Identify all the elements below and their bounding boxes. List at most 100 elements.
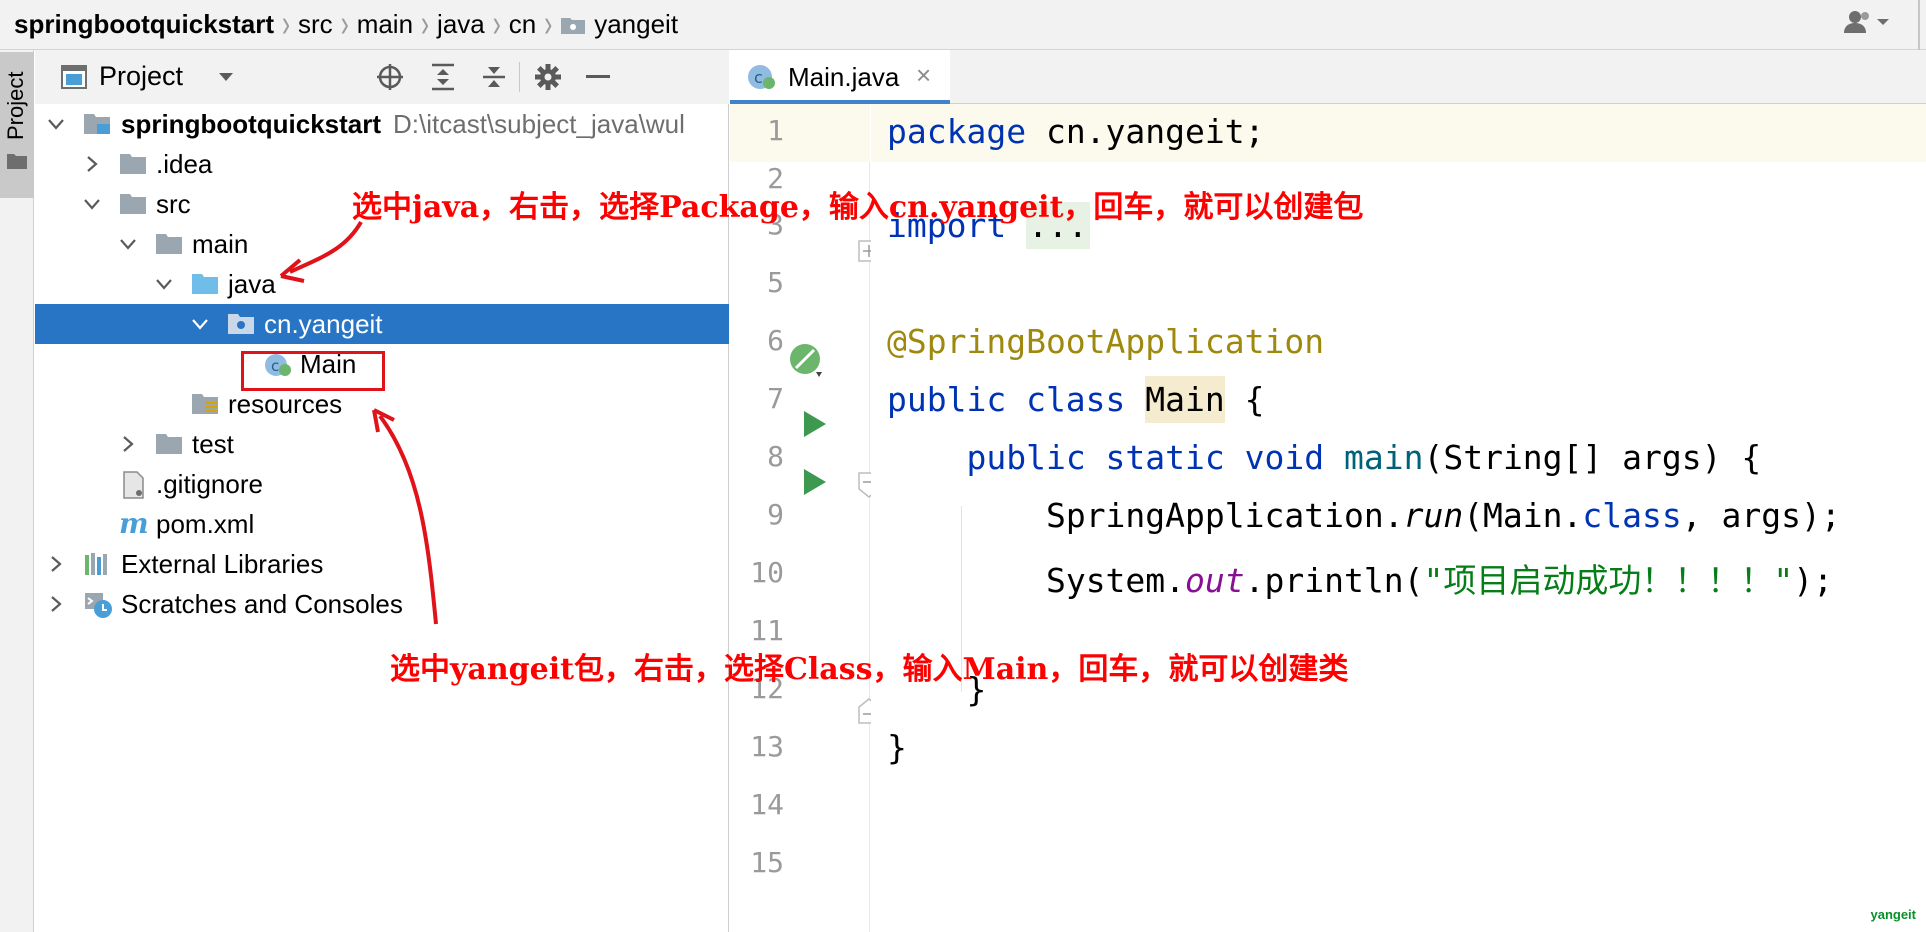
tree-node-pom[interactable]: m pom.xml xyxy=(35,504,729,544)
project-panel-header: Project xyxy=(35,50,729,104)
breadcrumb-item-yangeit[interactable]: yangeit xyxy=(560,0,678,49)
line-number: 7 xyxy=(767,382,784,415)
chevron-right-icon[interactable] xyxy=(47,555,65,573)
chevron-right-icon[interactable] xyxy=(47,595,65,613)
chevron-down-icon xyxy=(1877,19,1889,25)
tree-node-idea[interactable]: .idea xyxy=(35,144,729,184)
chevron-right-icon[interactable] xyxy=(83,155,101,173)
tree-node-label: External Libraries xyxy=(121,549,324,579)
tool-tab-project[interactable]: Project xyxy=(0,52,34,198)
chevron-down-icon[interactable] xyxy=(218,72,234,82)
gear-icon xyxy=(535,64,561,90)
tree-node-label: cn.yangeit xyxy=(264,309,383,339)
scratches-icon xyxy=(85,593,112,618)
code-token: .println( xyxy=(1244,561,1424,600)
chevron-down-icon[interactable] xyxy=(47,115,65,133)
annotation-create-class: 选中yangeit包，右击，选择Class，输入Main，回车，就可以创建类 xyxy=(390,652,1349,687)
line-number: 14 xyxy=(750,788,784,821)
breadcrumb-item-main[interactable]: main xyxy=(357,0,413,49)
code-line: SpringApplication.run(Main.class, args); xyxy=(887,496,1841,535)
navigation-breadcrumb: springbootquickstart › src › main › java… xyxy=(0,0,1926,50)
code-token: @SpringBootApplication xyxy=(887,322,1325,361)
folder-icon xyxy=(7,154,27,169)
collapse-all-button[interactable] xyxy=(478,61,510,93)
close-tab-icon[interactable]: × xyxy=(916,60,931,91)
folder-icon xyxy=(156,234,182,254)
line-number: 8 xyxy=(767,440,784,473)
breadcrumb-label: cn xyxy=(508,9,537,39)
code-line: } xyxy=(887,728,907,767)
breadcrumb-separator-icon: › xyxy=(492,2,501,46)
package-icon xyxy=(228,314,254,334)
spring-class-icon: c xyxy=(748,65,775,89)
locate-file-button[interactable] xyxy=(374,61,406,93)
tree-node-label: .idea xyxy=(156,149,213,179)
tree-node-label: pom.xml xyxy=(156,509,255,539)
tree-node-gitignore[interactable]: .gitignore xyxy=(35,464,729,504)
run-icon[interactable] xyxy=(802,410,828,438)
library-icon xyxy=(85,553,107,575)
resources-folder-icon xyxy=(192,394,218,414)
breadcrumb-item-java[interactable]: java xyxy=(437,0,485,49)
tree-node-package-cn-yangeit[interactable]: cn.yangeit xyxy=(35,304,729,344)
tree-node-external-libraries[interactable]: External Libraries xyxy=(35,544,729,584)
minimize-icon xyxy=(586,75,610,78)
project-view-icon xyxy=(61,65,87,89)
run-icon[interactable] xyxy=(802,468,828,496)
tree-node-test[interactable]: test xyxy=(35,424,729,464)
breadcrumb-item-project[interactable]: springbootquickstart xyxy=(14,0,274,49)
editor-tab-bar: c Main.java × xyxy=(730,50,1926,104)
annotation-create-package: 选中java，右击，选择Package，输入cn.yangeit，回车，就可以创… xyxy=(352,190,1364,225)
tab-main-java[interactable]: c Main.java × xyxy=(730,50,950,104)
chevron-right-icon[interactable] xyxy=(119,435,137,453)
folder-icon xyxy=(120,194,146,214)
user-account-menu[interactable] xyxy=(1844,10,1890,34)
tool-tab-label: Project xyxy=(3,71,28,140)
ignore-file-icon xyxy=(123,471,144,499)
header-divider xyxy=(519,62,520,92)
chevron-down-icon[interactable] xyxy=(155,275,173,293)
tree-node-label: springbootquickstart D:\itcast\subject_ja… xyxy=(121,109,685,140)
code-token: System. xyxy=(1045,561,1186,600)
breadcrumb-label: main xyxy=(356,9,414,39)
chevron-down-icon[interactable] xyxy=(119,235,137,253)
tree-node-label: src xyxy=(156,189,191,219)
svg-text:m: m xyxy=(119,511,149,537)
folder-icon xyxy=(156,434,182,454)
code-token: package xyxy=(887,112,1027,151)
line-number: 10 xyxy=(750,556,784,589)
line-number: 1 xyxy=(767,114,784,147)
breadcrumb-item-src[interactable]: src xyxy=(298,0,333,49)
toolbar-edge-divider xyxy=(1918,0,1926,50)
code-editor[interactable]: package cn.yangeit; import ... @SpringBo… xyxy=(871,104,1926,932)
expand-all-icon xyxy=(432,63,454,91)
breadcrumb-label: yangeit xyxy=(594,9,679,39)
expand-all-button[interactable] xyxy=(427,61,459,93)
breadcrumb-label: java xyxy=(437,9,485,39)
tree-node-main[interactable]: main xyxy=(35,224,729,264)
breadcrumb-item-cn[interactable]: cn xyxy=(509,0,536,49)
chevron-down-icon[interactable] xyxy=(83,195,101,213)
code-line: public static void main(String[] args) { xyxy=(887,438,1761,477)
project-path: D:\itcast\subject_java\wul xyxy=(393,109,685,139)
tab-label: Main.java xyxy=(788,62,900,92)
watermark-logo: yangeit xyxy=(1870,907,1916,922)
code-token: ); xyxy=(1793,561,1833,600)
tree-node-root[interactable]: springbootquickstart D:\itcast\subject_ja… xyxy=(35,104,729,144)
tree-node-label: resources xyxy=(228,389,343,419)
crosshair-icon xyxy=(377,64,403,90)
project-view-title[interactable]: Project xyxy=(99,61,183,92)
code-line: public class Main { xyxy=(887,376,1265,423)
line-number: 6 xyxy=(767,324,784,357)
tree-node-scratches[interactable]: Scratches and Consoles xyxy=(35,584,729,624)
spring-bean-icon[interactable] xyxy=(788,342,826,380)
settings-button[interactable] xyxy=(532,61,564,93)
tree-node-label: .gitignore xyxy=(156,469,263,499)
chevron-down-icon[interactable] xyxy=(191,315,209,333)
breadcrumb-separator-icon: › xyxy=(421,2,430,46)
hide-panel-button[interactable] xyxy=(582,61,614,93)
left-tool-window-strip: Project xyxy=(0,50,34,932)
code-token: cn.yangeit; xyxy=(1026,112,1265,151)
tree-node-label: test xyxy=(192,429,234,459)
tree-node-java[interactable]: java xyxy=(35,264,729,304)
